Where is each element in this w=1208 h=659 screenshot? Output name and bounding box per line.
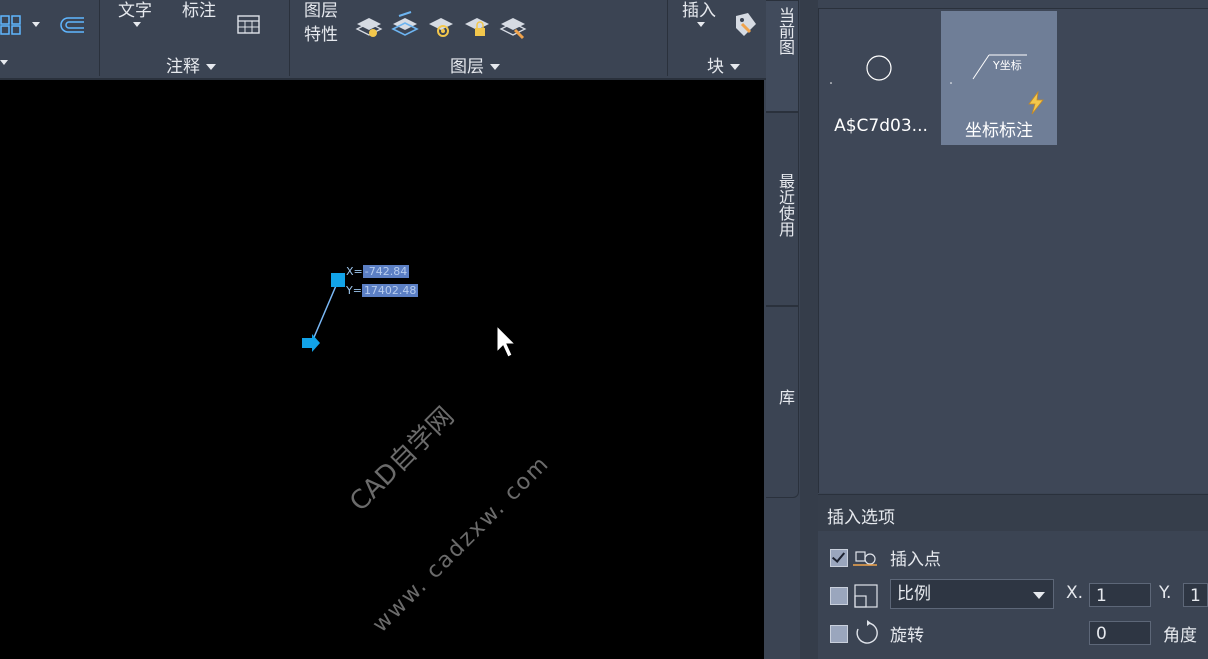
angle-input[interactable]: 0: [1089, 621, 1151, 645]
scale-x-label: X.: [1066, 583, 1084, 603]
scale-x-input[interactable]: 1: [1089, 583, 1151, 607]
layer-match-icon: [391, 11, 419, 36]
block-panel-title[interactable]: 块: [707, 52, 740, 77]
drawing-geometry: [302, 273, 517, 358]
layer-isolate-icon: [499, 18, 527, 40]
chevron-down-icon: [1033, 592, 1045, 599]
mouse-cursor-icon: [496, 324, 517, 358]
rotate-checkbox[interactable]: [830, 625, 848, 643]
insert-options-panel: 插入点 比例 X. 1 Y. 1 旋转 0 角度: [818, 531, 1208, 659]
insert-point-label: 插入点: [890, 550, 941, 570]
block-editor-icon[interactable]: [732, 10, 760, 40]
block-palette: A$C7d03... Y坐标 坐标标注: [818, 8, 1208, 493]
scale-y-label: Y.: [1159, 583, 1172, 603]
block-thumbnail-1[interactable]: A$C7d03...: [823, 11, 939, 145]
palette-tabs: 当前图 最近使用 库: [766, 0, 800, 500]
block-thumbnail-2[interactable]: Y坐标 坐标标注: [941, 11, 1057, 145]
palette-divider: [800, 0, 818, 659]
rotate-label: 旋转: [890, 626, 924, 646]
annotation-panel-title[interactable]: 注释: [166, 52, 216, 77]
coordinate-block-preview-text: Y坐标: [993, 59, 1022, 72]
layers-panel-title[interactable]: 图层: [450, 52, 500, 77]
grid-dropdown-caret[interactable]: [32, 22, 40, 27]
insert-point-checkbox[interactable]: [830, 549, 848, 567]
coord-x-readout: X= -742.84: [346, 265, 410, 278]
layer-properties-label-line1[interactable]: 图层: [304, 0, 338, 21]
layer-off-icon: [355, 18, 383, 37]
insert-point-icon: [853, 551, 877, 566]
ribbon: 文字 标注 注释 图层 特性 图层 插入 块: [0, 0, 766, 80]
dynamic-block-lightning-icon: [1028, 91, 1044, 115]
scale-icon: [854, 584, 878, 608]
insert-options-header[interactable]: 插入选项: [818, 494, 1208, 531]
tab-recent[interactable]: 最近使用: [766, 112, 799, 306]
offset-icon[interactable]: [58, 14, 86, 36]
layer-properties-label-line2[interactable]: 特性: [304, 20, 338, 45]
block-thumbnail-label: A$C7d03...: [834, 116, 928, 136]
layer-tools-icons[interactable]: [355, 10, 535, 40]
block-thumbnail-label: 坐标标注: [965, 121, 1033, 141]
grip-square: [331, 273, 345, 287]
text-tool-label[interactable]: 文字: [118, 0, 152, 21]
rotate-icon: [856, 620, 878, 644]
angle-label: 角度: [1163, 626, 1197, 646]
scale-dropdown[interactable]: 比例: [890, 579, 1054, 609]
tab-current-drawing[interactable]: 当前图: [766, 0, 799, 112]
drawing-canvas[interactable]: X= -742.84 Y= 17402.48 CAD自学网 www. cadzxw.…: [0, 80, 764, 659]
dimension-tool-label[interactable]: 标注: [182, 0, 216, 21]
layer-freeze-icon: [429, 18, 453, 37]
scale-checkbox[interactable]: [830, 587, 848, 605]
coord-y-readout: Y= 17402.48: [346, 284, 419, 297]
insert-block-caret[interactable]: [697, 22, 705, 27]
leader-line: [311, 280, 339, 343]
text-tool-caret[interactable]: [133, 22, 141, 27]
modify-panel-caret[interactable]: [0, 60, 8, 65]
insert-block-label[interactable]: 插入: [682, 0, 716, 21]
circle-block-preview: [830, 55, 892, 84]
grip-arrow: [302, 334, 320, 352]
table-icon[interactable]: [237, 15, 261, 35]
tab-library[interactable]: 库: [766, 306, 799, 498]
scale-y-input[interactable]: 1: [1183, 583, 1208, 607]
layer-lock-icon: [465, 18, 489, 36]
grid-view-icon[interactable]: [0, 14, 24, 36]
